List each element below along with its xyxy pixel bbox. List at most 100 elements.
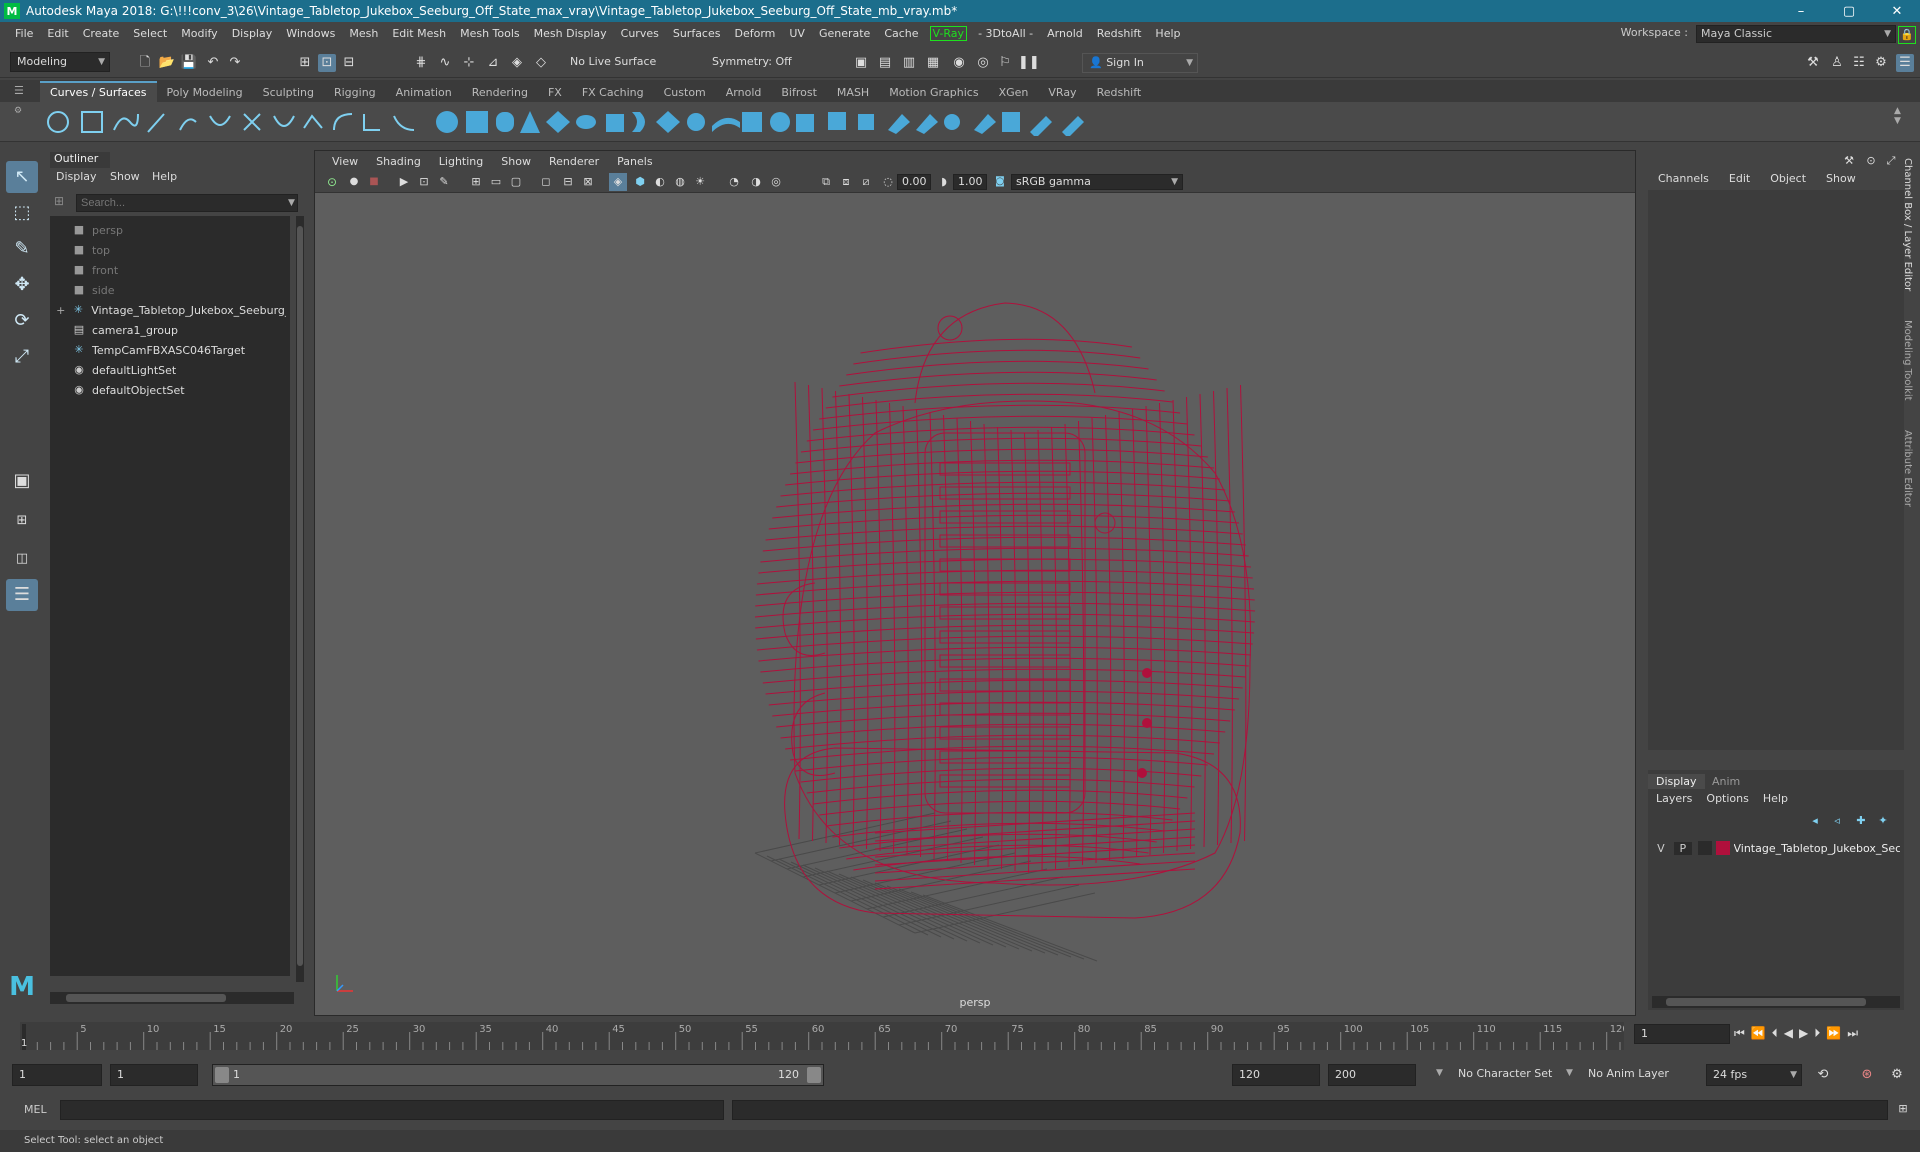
layer-playback-toggle[interactable]: P [1673, 841, 1692, 855]
select-component-icon[interactable]: ⊟ [340, 54, 358, 72]
film-gate-icon[interactable]: ▭ [487, 173, 505, 191]
vray-ipr-icon[interactable]: ⚐ [996, 54, 1014, 72]
script-editor-icon[interactable]: ⊞ [1894, 1100, 1912, 1118]
select-object-icon[interactable]: ⊡ [318, 54, 336, 72]
image-plane-icon[interactable]: ▶ [395, 173, 413, 191]
render-settings-icon[interactable]: ▦ [924, 54, 942, 72]
pause-render-icon[interactable]: ❚❚ [1018, 54, 1040, 72]
snap-surface-icon[interactable]: ◈ [508, 54, 526, 72]
sign-in-button[interactable]: 👤 Sign In ▼ [1082, 53, 1198, 73]
resolution-gate-icon[interactable]: ▢ [507, 173, 525, 191]
outliner-hscrollbar[interactable] [50, 992, 294, 1004]
render-frame-icon[interactable]: ▤ [876, 54, 894, 72]
outliner-vscrollbar[interactable] [296, 216, 304, 982]
command-input[interactable] [60, 1100, 724, 1120]
snap-view-icon[interactable]: ⊿ [484, 54, 502, 72]
channel-box-icon[interactable]: ☰ [1896, 54, 1914, 72]
symmetry-field[interactable]: Symmetry: Off [706, 53, 806, 73]
lock-icon[interactable]: 🔒 [1898, 26, 1916, 44]
menu-edit[interactable]: Edit [40, 27, 75, 40]
use-all-lights-icon[interactable]: ☀ [691, 173, 709, 191]
select-hierarchy-icon[interactable]: ⊞ [296, 54, 314, 72]
channel-box-menu-edit[interactable]: Edit [1719, 172, 1760, 185]
layer-visibility-toggle[interactable]: V [1652, 842, 1670, 855]
two-d-pan-icon[interactable]: ⊡ [415, 173, 433, 191]
shelf-tab-mash[interactable]: MASH [827, 83, 879, 102]
play-backward-icon[interactable]: ◀ [1784, 1026, 1793, 1041]
shelf-tab-rigging[interactable]: Rigging [324, 83, 386, 102]
vray-render-icon[interactable]: ◎ [974, 54, 992, 72]
layer-hscrollbar[interactable] [1652, 996, 1900, 1008]
outliner-item[interactable]: ■ front [50, 260, 286, 280]
move-tool-icon[interactable]: ✥ [6, 269, 38, 301]
paint-select-icon[interactable]: ✎ [6, 233, 38, 265]
loop-icon[interactable]: ⟲ [1814, 1066, 1832, 1084]
outliner-item[interactable]: ■ top [50, 240, 286, 260]
menu-redshift[interactable]: Redshift [1090, 27, 1149, 40]
lasso-tool-icon[interactable]: ⬚ [6, 197, 38, 229]
snap-curve-icon[interactable]: ∿ [436, 54, 454, 72]
layer-row[interactable]: V P Vintage_Tabletop_Jukebox_Sec [1652, 838, 1900, 858]
go-to-end-icon[interactable]: ⏭ [1847, 1026, 1858, 1041]
wireframe-on-shaded-icon[interactable]: ◐ [651, 173, 669, 191]
channel-box-help-icon[interactable]: ⊙ [1862, 152, 1880, 170]
attribute-editor-icon[interactable]: ☷ [1850, 54, 1868, 72]
outliner-item[interactable]: ■ persp [50, 220, 286, 240]
expand-icon[interactable]: + [50, 304, 72, 317]
bookmark-icon[interactable]: ■ [365, 173, 383, 191]
scroll-thumb[interactable] [1666, 998, 1866, 1006]
viewport-menu-lighting[interactable]: Lighting [430, 155, 492, 168]
channel-box-menu-show[interactable]: Show [1816, 172, 1866, 185]
hypershade-icon[interactable]: ◉ [950, 54, 968, 72]
tool-settings-icon[interactable]: ⚙ [1872, 54, 1890, 72]
menu-mesh-tools[interactable]: Mesh Tools [453, 27, 527, 40]
range-bar[interactable]: 1 120 [212, 1064, 824, 1086]
select-camera-icon[interactable]: ⊙ [323, 173, 341, 191]
layer-tab-display[interactable]: Display [1648, 774, 1705, 789]
gamma-icon[interactable]: ◗ [935, 173, 953, 191]
menu-generate[interactable]: Generate [812, 27, 877, 40]
new-layer-icon[interactable]: ✚ [1852, 812, 1870, 830]
shelf-settings-icon[interactable]: ⚙ [14, 106, 30, 138]
view-transform-dropdown[interactable]: sRGB gamma ▼ [1011, 174, 1183, 190]
step-forward-frame-icon[interactable]: ⏵ [1814, 1026, 1820, 1041]
outliner-item[interactable]: ◉ defaultObjectSet [50, 380, 286, 400]
viewport-menu-panels[interactable]: Panels [608, 155, 661, 168]
shelf-icons[interactable] [40, 108, 1340, 136]
step-back-key-icon[interactable]: ⏪ [1751, 1026, 1766, 1041]
viewport-menu-shading[interactable]: Shading [367, 155, 430, 168]
outliner-layout-icon[interactable]: ☰ [6, 579, 38, 611]
exposure-field[interactable]: 0.00 [897, 174, 931, 190]
layer-display-type[interactable] [1697, 841, 1712, 855]
channel-box-float-icon[interactable]: ⤢ [1882, 152, 1900, 170]
channel-box-menu-channels[interactable]: Channels [1648, 172, 1719, 185]
range-end-handle[interactable] [807, 1067, 821, 1083]
range-start-handle[interactable] [215, 1067, 229, 1083]
render-view-icon[interactable]: ▣ [852, 54, 870, 72]
modeling-toolkit-icon[interactable]: ⚒ [1804, 54, 1822, 72]
move-layer-down-icon[interactable]: ◃ [1828, 812, 1846, 830]
redo-icon[interactable]: ↷ [226, 54, 244, 72]
shelf-tab-fx-caching[interactable]: FX Caching [572, 83, 654, 102]
smooth-shade-icon[interactable]: ⬢ [631, 173, 649, 191]
ambient-occlusion-icon[interactable]: ◑ [747, 173, 765, 191]
snap-point-icon[interactable]: ⊹ [460, 54, 478, 72]
xray-icon[interactable]: ⧈ [837, 173, 855, 191]
current-frame-field[interactable]: 1 [1634, 1024, 1730, 1044]
menu-vray[interactable]: V-Ray [929, 25, 968, 41]
textured-icon[interactable]: ◍ [671, 173, 689, 191]
outliner-item[interactable]: ◉ defaultLightSet [50, 360, 286, 380]
side-tab-channel-box[interactable]: Channel Box / Layer Editor [1902, 158, 1913, 291]
maximize-button[interactable]: ▢ [1826, 0, 1872, 22]
viewport-menu-view[interactable]: View [323, 155, 367, 168]
rotate-tool-icon[interactable]: ⟳ [6, 305, 38, 337]
undo-icon[interactable]: ↶ [204, 54, 222, 72]
live-surface-field[interactable]: No Live Surface [564, 53, 664, 73]
character-set-field[interactable]: No Character Set [1452, 1064, 1562, 1086]
camera-attributes-icon[interactable]: ● [345, 173, 363, 191]
time-slider[interactable]: 5 10 15 20 25 30 35 40 45 50 55 60 65 70 75 80 85 90 95 100… [0, 1018, 1920, 1054]
move-layer-up-icon[interactable]: ◂ [1806, 812, 1824, 830]
shelf-tab-sculpting[interactable]: Sculpting [253, 83, 324, 102]
new-scene-icon[interactable]: 🗋 [136, 54, 154, 72]
menu-display[interactable]: Display [225, 27, 280, 40]
